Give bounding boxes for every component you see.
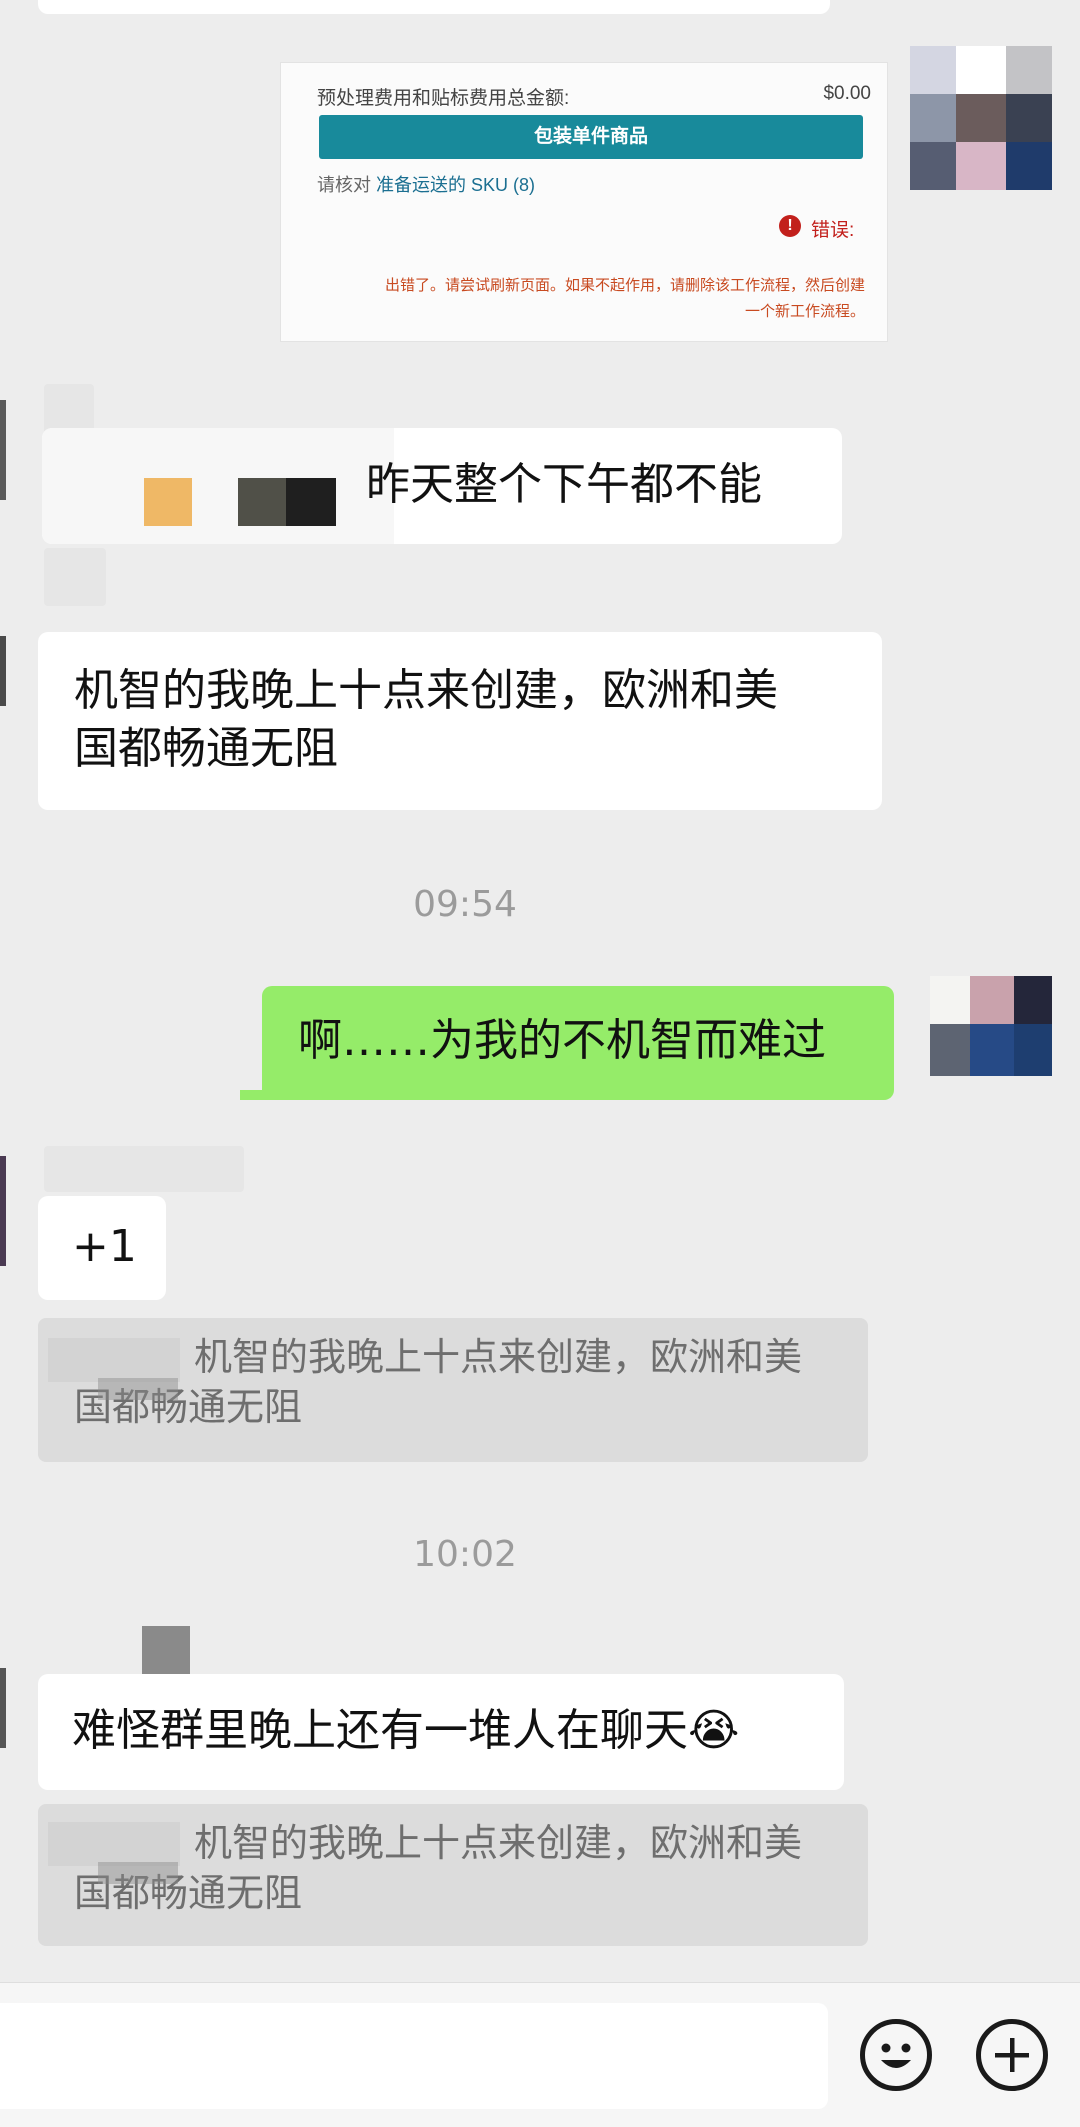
check-sku-link: 准备运送的 SKU (8) — [376, 175, 536, 195]
message-bubble[interactable]: 机智的我晚上十点来创建，欧洲和美 国都畅通无阻 — [38, 632, 882, 810]
quoted-message[interactable]: 机智的我晚上十点来创建，欧洲和美 国都畅通无阻 — [38, 1318, 868, 1462]
sender-name-blur — [44, 1146, 244, 1192]
error-icon: ! — [779, 215, 801, 237]
redacted-block — [48, 1338, 180, 1382]
check-sku-text: 请核对 准备运送的 SKU (8) — [317, 171, 535, 197]
error-label: 错误: — [811, 220, 855, 241]
sender-name-blur — [44, 548, 106, 606]
sender-avatar-edge[interactable] — [0, 400, 6, 500]
quote-line2: 国都畅通无阻 — [74, 1871, 303, 1915]
message-text: 啊……为我的不机智而难过 — [298, 1015, 826, 1066]
check-prefix: 请核对 — [317, 175, 371, 195]
fee-amount: $0.00 — [823, 83, 871, 104]
quote-line1: 机智的我晚上十点来创建，欧洲和美 — [194, 1821, 803, 1865]
redacted-block — [48, 1822, 180, 1866]
sender-avatar-edge[interactable] — [0, 1156, 6, 1266]
input-bar — [0, 1982, 1080, 2127]
redacted-block — [98, 1378, 178, 1400]
message-text-line1: 机智的我晚上十点来创建，欧洲和美 — [74, 665, 778, 716]
sender-name-blur — [44, 384, 94, 434]
redacted-block — [144, 478, 192, 526]
bubble-shadow — [240, 1090, 280, 1100]
redacted-block — [238, 478, 286, 526]
my-avatar[interactable] — [910, 46, 1052, 190]
quoted-message[interactable]: 机智的我晚上十点来创建，欧洲和美 国都畅通无阻 — [38, 1804, 868, 1946]
redacted-block — [98, 1862, 178, 1884]
my-avatar[interactable] — [930, 976, 1052, 1098]
message-text: +1 — [72, 1221, 137, 1272]
my-message-bubble[interactable]: 啊……为我的不机智而难过 — [262, 986, 894, 1100]
message-input[interactable] — [0, 2003, 828, 2109]
quote-line1: 机智的我晚上十点来创建，欧洲和美 — [194, 1335, 803, 1379]
pack-single-item-button: 包装单件商品 — [319, 115, 863, 159]
timestamp: 09:54 — [413, 884, 517, 925]
message-text-line2: 国都畅通无阻 — [74, 723, 338, 774]
fee-label: 预处理费用和贴标费用总金额: — [317, 88, 570, 109]
partial-message-bubble[interactable] — [38, 0, 830, 14]
redacted-block — [42, 428, 394, 544]
redacted-block — [286, 478, 336, 526]
sender-avatar-edge[interactable] — [0, 636, 6, 706]
sender-avatar-edge[interactable] — [0, 1668, 6, 1748]
message-text: 难怪群里晚上还有一堆人在聊天 — [72, 1705, 688, 1756]
quote-line2: 国都畅通无阻 — [74, 1385, 303, 1429]
message-bubble[interactable]: 难怪群里晚上还有一堆人在聊天😭 — [38, 1674, 844, 1790]
message-bubble[interactable]: +1 — [38, 1196, 166, 1300]
plus-icon[interactable] — [976, 2019, 1048, 2091]
error-message-line2: 一个新工作流程。 — [744, 303, 865, 320]
screenshot-image-message[interactable]: 预处理费用和贴标费用总金额: $0.00 包装单件商品 请核对 准备运送的 SK… — [280, 62, 888, 342]
error-message: 出错了。请尝试刷新页面。如果不起作用，请删除该工作流程，然后创建 一个新工作流程… — [321, 273, 865, 325]
message-bubble[interactable]: 昨天整个下午都不能 — [42, 428, 842, 544]
message-text: 昨天整个下午都不能 — [366, 459, 762, 510]
timestamp: 10:02 — [413, 1534, 517, 1575]
crying-emoji: 😭 — [688, 1705, 740, 1756]
error-message-line1: 出错了。请尝试刷新页面。如果不起作用，请删除该工作流程，然后创建 — [384, 277, 865, 294]
sender-name-blur — [142, 1626, 190, 1674]
smiley-icon[interactable] — [860, 2019, 932, 2091]
